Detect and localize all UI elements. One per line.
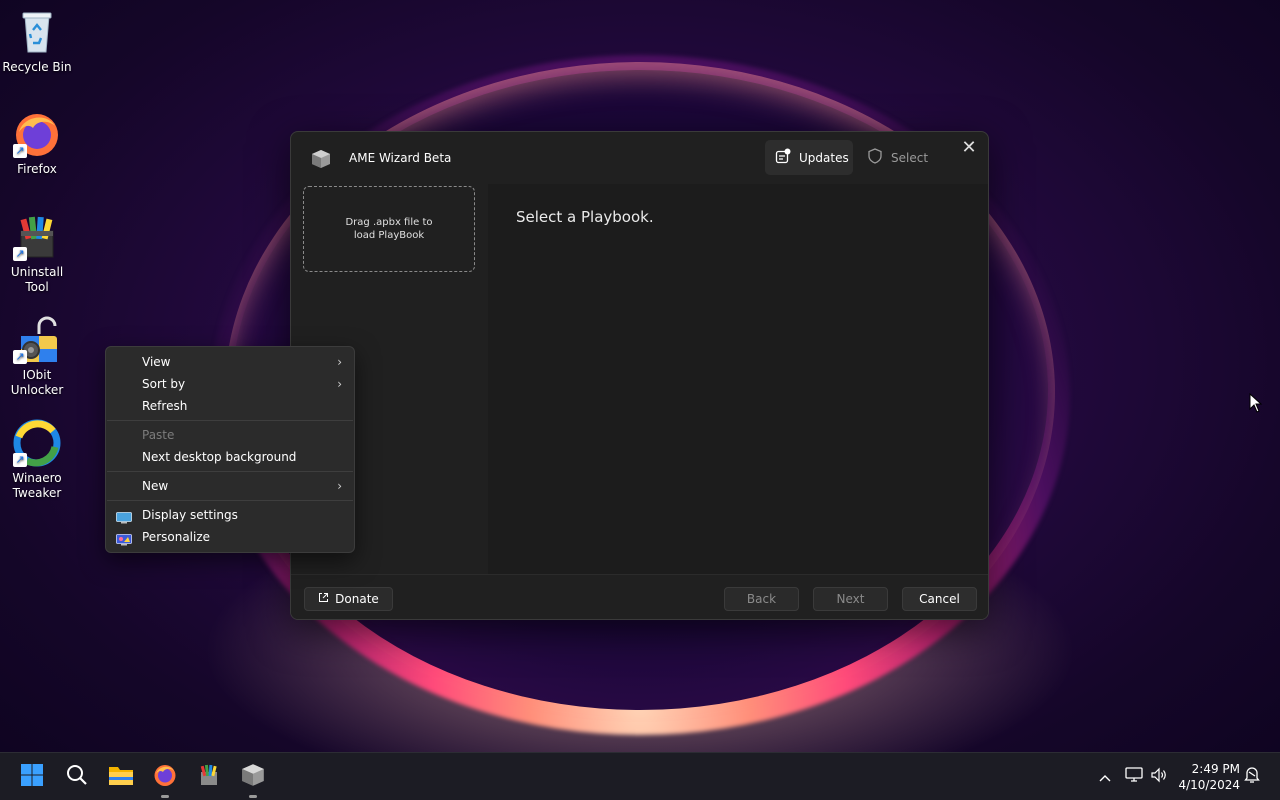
iobit-unlocker-icon: ↗ bbox=[13, 316, 61, 364]
volume-icon-button[interactable] bbox=[1150, 753, 1168, 800]
show-hidden-icons-button[interactable] bbox=[1098, 753, 1112, 800]
shortcut-arrow-icon: ↗ bbox=[13, 453, 27, 467]
main-heading: Select a Playbook. bbox=[516, 208, 654, 226]
menu-separator bbox=[107, 500, 353, 501]
donate-label: Donate bbox=[335, 592, 379, 606]
external-link-icon bbox=[318, 592, 329, 606]
ame-wizard-window: AME Wizard Beta Updates Select ✕ Drag .a… bbox=[290, 131, 989, 620]
firefox-icon bbox=[153, 763, 177, 791]
taskbar: 2:49 PM 4/10/2024 bbox=[0, 752, 1280, 800]
chevron-right-icon: › bbox=[337, 479, 342, 493]
notification-bell-icon bbox=[1244, 766, 1260, 788]
winaero-tweaker-icon: ↗ bbox=[13, 419, 61, 467]
desktop-icon-iobit-unlocker[interactable]: ↗ IObit Unlocker bbox=[0, 316, 74, 398]
shortcut-arrow-icon: ↗ bbox=[13, 247, 27, 261]
back-button[interactable]: Back bbox=[724, 587, 799, 611]
menu-item-label: Personalize bbox=[142, 530, 211, 544]
desktop-icon-label: Uninstall Tool bbox=[10, 265, 64, 294]
updates-icon bbox=[775, 148, 791, 167]
menu-item-label: Paste bbox=[142, 428, 175, 442]
desktop-icon-label: Recycle Bin bbox=[2, 60, 72, 74]
recycle-bin-icon bbox=[13, 8, 61, 56]
search-button[interactable] bbox=[62, 762, 92, 792]
select-button[interactable]: Select bbox=[857, 140, 935, 175]
notifications-button[interactable] bbox=[1244, 753, 1260, 800]
chevron-right-icon: › bbox=[337, 377, 342, 391]
uninstall-tool-icon bbox=[197, 763, 221, 791]
desktop-icon-uninstall-tool[interactable]: ↗ Uninstall Tool bbox=[0, 213, 74, 295]
menu-item-view[interactable]: View › bbox=[106, 351, 354, 373]
next-button[interactable]: Next bbox=[813, 587, 888, 611]
clock-date: 4/10/2024 bbox=[1178, 778, 1240, 792]
network-icon bbox=[1125, 767, 1143, 787]
close-icon[interactable]: ✕ bbox=[959, 138, 979, 158]
folder-icon bbox=[108, 764, 134, 790]
windows-logo-icon bbox=[20, 763, 44, 791]
desktop-icon-recycle-bin[interactable]: Recycle Bin bbox=[0, 8, 74, 75]
running-indicator bbox=[161, 795, 169, 798]
menu-item-sort-by[interactable]: Sort by › bbox=[106, 373, 354, 395]
cancel-button[interactable]: Cancel bbox=[902, 587, 977, 611]
updates-label: Updates bbox=[799, 150, 849, 165]
menu-item-refresh[interactable]: Refresh bbox=[106, 395, 354, 417]
menu-separator bbox=[107, 471, 353, 472]
donate-button[interactable]: Donate bbox=[304, 587, 393, 611]
search-icon bbox=[66, 764, 88, 790]
menu-item-label: Next desktop background bbox=[142, 450, 297, 464]
main-content: Select a Playbook. bbox=[488, 184, 988, 574]
menu-item-label: Display settings bbox=[142, 508, 238, 522]
desktop-icon-firefox[interactable]: ↗ Firefox bbox=[0, 110, 74, 177]
desktop-icon-label: Firefox bbox=[17, 162, 57, 176]
desktop-icon-winaero-tweaker[interactable]: ↗ Winaero Tweaker bbox=[0, 419, 74, 501]
window-footer: Donate Back Next Cancel bbox=[291, 574, 988, 619]
menu-item-label: Sort by bbox=[142, 377, 186, 391]
title-bar[interactable]: AME Wizard Beta Updates Select ✕ bbox=[291, 132, 988, 184]
desktop-icon-label: IObit Unlocker bbox=[10, 368, 64, 397]
desktop-icon-label: Winaero Tweaker bbox=[12, 471, 62, 500]
menu-item-label: View bbox=[142, 355, 171, 369]
display-settings-icon bbox=[116, 509, 132, 524]
menu-item-label: New bbox=[142, 479, 169, 493]
start-button[interactable] bbox=[17, 762, 47, 792]
shield-icon bbox=[867, 148, 883, 167]
taskbar-uninstall-tool[interactable] bbox=[194, 762, 224, 792]
desktop-context-menu: View › Sort by › Refresh Paste Next desk… bbox=[105, 346, 355, 553]
shortcut-arrow-icon: ↗ bbox=[13, 350, 27, 364]
network-icon-button[interactable] bbox=[1125, 753, 1143, 800]
taskbar-file-explorer[interactable] bbox=[106, 762, 136, 792]
menu-item-display-settings[interactable]: Display settings bbox=[106, 504, 354, 526]
menu-separator bbox=[107, 420, 353, 421]
chevron-up-icon bbox=[1098, 768, 1112, 787]
ame-wizard-logo-icon bbox=[241, 763, 265, 791]
speaker-icon bbox=[1150, 767, 1168, 787]
firefox-icon: ↗ bbox=[13, 110, 61, 158]
menu-item-paste: Paste bbox=[106, 424, 354, 446]
menu-item-label: Refresh bbox=[142, 399, 188, 413]
playbook-drop-zone[interactable]: Drag .apbx file to load PlayBook bbox=[303, 186, 475, 272]
uninstall-tool-icon: ↗ bbox=[13, 213, 61, 261]
updates-button[interactable]: Updates bbox=[765, 140, 853, 175]
mouse-cursor-icon bbox=[1249, 392, 1263, 413]
running-indicator bbox=[249, 795, 257, 798]
shortcut-arrow-icon: ↗ bbox=[13, 144, 27, 158]
taskbar-clock[interactable]: 2:49 PM 4/10/2024 bbox=[1176, 761, 1240, 793]
chevron-right-icon: › bbox=[337, 355, 342, 369]
clock-time: 2:49 PM bbox=[1191, 762, 1240, 776]
ame-wizard-logo-icon bbox=[311, 149, 331, 169]
menu-item-new[interactable]: New › bbox=[106, 475, 354, 497]
personalize-icon bbox=[116, 531, 132, 546]
menu-item-personalize[interactable]: Personalize bbox=[106, 526, 354, 548]
taskbar-ame-wizard[interactable] bbox=[238, 762, 268, 798]
menu-item-next-desktop-background[interactable]: Next desktop background bbox=[106, 446, 354, 468]
window-title: AME Wizard Beta bbox=[349, 151, 452, 165]
taskbar-firefox[interactable] bbox=[150, 762, 180, 798]
select-label: Select bbox=[891, 150, 929, 165]
drop-zone-text: Drag .apbx file to load PlayBook bbox=[345, 217, 433, 241]
